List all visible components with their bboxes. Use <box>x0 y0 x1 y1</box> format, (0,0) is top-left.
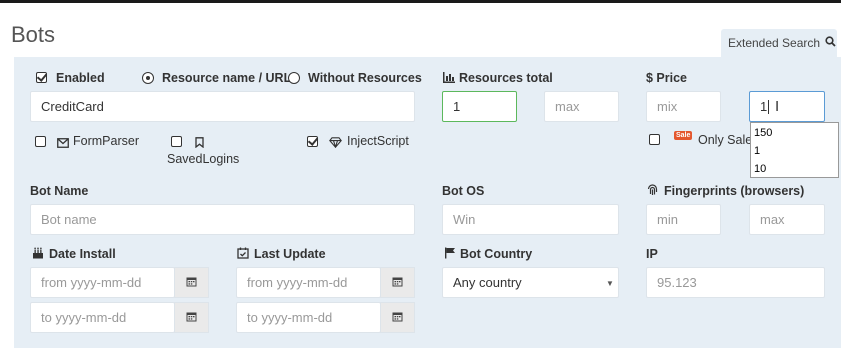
text-cursor <box>768 99 770 114</box>
ibeam-cursor-icon: I <box>775 98 780 115</box>
top-border <box>0 0 841 3</box>
resources-max-input[interactable]: max <box>544 91 619 122</box>
sale-badge: Sale <box>674 131 693 140</box>
flag-icon <box>444 247 456 262</box>
autocomplete-option[interactable]: 1 <box>751 144 838 162</box>
fingerprint-icon <box>647 184 658 199</box>
filter-panel: Enabled Resource name / URL Without Reso… <box>14 57 841 348</box>
price-max-input[interactable]: 1 I <box>749 91 825 122</box>
bot-country-value: Any country <box>453 275 522 290</box>
diamond-icon <box>329 136 342 151</box>
enabled-checkbox[interactable] <box>36 72 47 83</box>
injectscript-label: InjectScript <box>347 134 409 148</box>
last-update-from-input[interactable]: from yyyy-mm-dd <box>236 267 381 298</box>
resources-total-label: Resources total <box>459 71 553 85</box>
bookmark-icon <box>195 136 204 151</box>
extended-search-tab[interactable]: Extended Search <box>721 29 837 57</box>
extended-search-label: Extended Search <box>728 36 821 50</box>
only-sale-checkbox[interactable] <box>649 134 660 145</box>
without-resources-radio[interactable] <box>288 72 300 84</box>
page-title: Bots <box>11 22 56 47</box>
resource-name-radio[interactable] <box>142 72 154 84</box>
price-label: $ Price <box>646 71 688 85</box>
last-update-from-calendar-button[interactable] <box>380 267 415 298</box>
enabled-label: Enabled <box>56 71 105 85</box>
date-install-from-input[interactable]: from yyyy-mm-dd <box>30 267 175 298</box>
calendar-icon <box>186 310 197 325</box>
last-update-to-input[interactable]: to yyyy-mm-dd <box>236 302 381 333</box>
calendar-icon <box>186 275 197 290</box>
bot-os-input[interactable]: Win <box>442 204 619 235</box>
bot-country-label: Bot Country <box>460 247 533 261</box>
bot-country-select[interactable]: Any country <box>442 267 619 298</box>
price-max-value: 1 <box>760 99 768 114</box>
without-resources-label: Without Resources <box>308 71 422 85</box>
ip-label: IP <box>646 247 658 261</box>
formparser-checkbox[interactable] <box>35 136 46 147</box>
caret-down-icon: ▼ <box>606 279 614 288</box>
fingerprints-label: Fingerprints (browsers) <box>664 184 805 198</box>
price-min-input[interactable]: mix <box>646 91 721 122</box>
resources-min-input[interactable]: 1 <box>442 91 517 122</box>
date-install-to-calendar-button[interactable] <box>174 302 209 333</box>
calendar-icon <box>392 275 403 290</box>
savedlogins-checkbox[interactable] <box>171 136 182 147</box>
formparser-label: FormParser <box>73 134 139 148</box>
fingerprints-max-input[interactable]: max <box>749 204 825 235</box>
ip-input[interactable]: 95.123 <box>646 267 825 298</box>
last-update-to-calendar-button[interactable] <box>380 302 415 333</box>
autocomplete-option[interactable]: 10 <box>751 162 838 180</box>
resource-name-label: Resource name / URL <box>162 71 292 85</box>
resource-name-input[interactable]: CreditCard <box>30 91 415 122</box>
calendar-check-icon <box>237 247 249 262</box>
date-install-from-calendar-button[interactable] <box>174 267 209 298</box>
savedlogins-label: SavedLogins <box>167 152 240 166</box>
date-install-to-input[interactable]: to yyyy-mm-dd <box>30 302 175 333</box>
date-install-label: Date Install <box>49 247 116 261</box>
search-icon <box>825 36 836 50</box>
cake-icon <box>32 247 44 262</box>
last-update-label: Last Update <box>254 247 326 261</box>
envelope-icon <box>57 136 69 151</box>
bot-name-input[interactable]: Bot name <box>30 204 415 235</box>
calendar-icon <box>392 310 403 325</box>
price-autocomplete-dropdown: 150 1 10 <box>750 122 839 178</box>
bar-chart-icon <box>443 71 455 86</box>
bot-os-label: Bot OS <box>442 184 485 198</box>
autocomplete-option[interactable]: 150 <box>751 126 838 144</box>
only-sale-label: Only Sale <box>698 133 753 147</box>
fingerprints-min-input[interactable]: min <box>646 204 721 235</box>
bot-name-label: Bot Name <box>30 184 89 198</box>
injectscript-checkbox[interactable] <box>307 136 318 147</box>
